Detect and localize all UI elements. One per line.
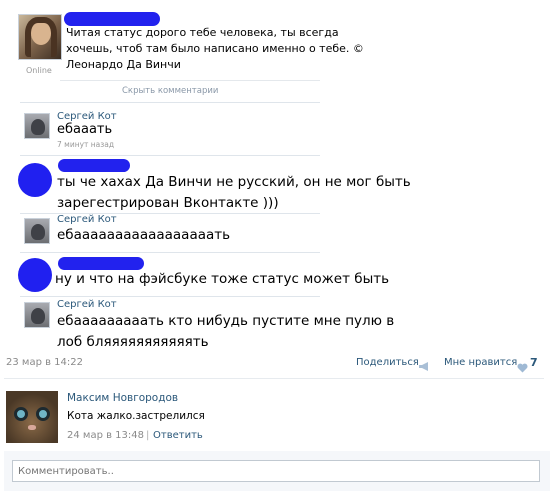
redacted-name — [64, 12, 160, 26]
redacted-name — [58, 159, 130, 172]
comment-text: ебааать — [57, 122, 113, 137]
status-author-avatar[interactable] — [18, 14, 62, 60]
online-status: Online — [26, 66, 52, 75]
comment-author[interactable]: Сергей Кот — [57, 299, 117, 310]
hide-comments-link[interactable]: Скрыть комментарии — [122, 86, 218, 96]
post-date[interactable]: 23 мар в 14:22 — [6, 357, 83, 368]
share-button[interactable]: Поделиться — [356, 357, 419, 368]
reply-separator: | — [146, 430, 150, 441]
redacted-avatar — [18, 163, 52, 197]
like-count[interactable]: 7 — [530, 356, 538, 369]
comment-text: ебааааааааааааааааать — [57, 227, 231, 243]
comment-text: ты че хахах Да Винчи не русский, он не м… — [57, 174, 411, 211]
reply-text: Кота жалко.застрелился — [67, 410, 205, 422]
comment-author[interactable]: Сергей Кот — [57, 214, 117, 225]
reply-author[interactable]: Максим Новгородов — [67, 392, 178, 404]
divider — [20, 155, 320, 156]
divider — [4, 378, 544, 379]
comment-text: ебааааааааать кто нибудь пустите мне пул… — [57, 313, 395, 350]
status-text: Читая статус дорого тебе человека, ты вс… — [66, 26, 364, 71]
divider — [20, 296, 320, 297]
divider — [20, 252, 320, 253]
comment-time[interactable]: 7 минут назад — [57, 140, 114, 149]
reply-answer-link[interactable]: Ответить — [153, 430, 203, 441]
megaphone-icon — [418, 357, 432, 371]
commenter-avatar[interactable] — [24, 218, 50, 244]
divider — [20, 102, 320, 103]
redacted-avatar — [18, 258, 52, 292]
comment-input[interactable] — [12, 460, 540, 482]
like-button[interactable]: Мне нравится — [444, 357, 517, 368]
reply-date[interactable]: 24 мар в 13:48 — [67, 430, 144, 441]
commenter-avatar[interactable] — [24, 113, 50, 139]
reply-author-avatar[interactable] — [6, 391, 58, 443]
heart-icon — [517, 358, 528, 373]
divider — [60, 80, 320, 81]
comment-text: ну и что на фэйсбуке тоже статус может б… — [55, 271, 390, 287]
commenter-avatar[interactable] — [24, 302, 50, 328]
